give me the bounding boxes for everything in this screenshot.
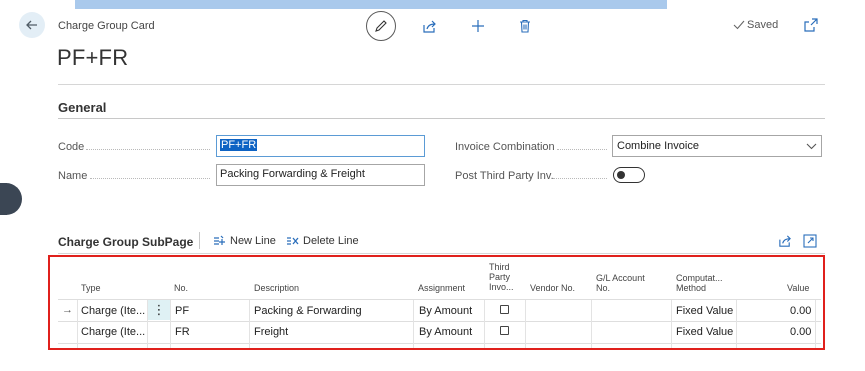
col-header-vendor-no[interactable]: Vendor No. (530, 283, 575, 293)
delete-line-button[interactable]: Delete Line (286, 235, 359, 247)
name-label: Name (58, 170, 88, 182)
col-header-third-party-line3: Invo... (489, 282, 514, 292)
col-header-no[interactable]: No. (174, 283, 188, 293)
new-line-icon (214, 235, 225, 245)
toggle-knob (617, 171, 625, 179)
grid-col-line (815, 300, 816, 348)
new-line-label: New Line (230, 235, 276, 247)
row-2-assignment[interactable]: By Amount (419, 326, 472, 338)
general-section-title[interactable]: General (58, 100, 106, 115)
grid-row-line (58, 343, 821, 344)
subpage-title[interactable]: Charge Group SubPage (58, 235, 193, 249)
checkmark-icon (733, 20, 745, 30)
code-label: Code (58, 141, 85, 153)
col-header-computation[interactable]: Computat... Method (676, 273, 723, 293)
page-caption: Charge Group Card (58, 20, 155, 32)
delete-line-icon (287, 237, 299, 245)
general-section-divider (58, 118, 825, 119)
share-button[interactable] (421, 18, 437, 34)
row-1-description[interactable]: Packing & Forwarding (254, 305, 362, 317)
col-header-gl-account-line1: G/L Account (596, 273, 645, 283)
share-icon (422, 20, 436, 33)
invoice-combination-leader (557, 149, 607, 150)
add-new-button[interactable] (470, 18, 486, 34)
col-header-gl-account-line2: No. (596, 283, 611, 293)
saved-label: Saved (747, 19, 779, 31)
subpage-title-divider (199, 232, 200, 249)
col-header-third-party-line1: Third (489, 262, 510, 272)
code-value: PF+FR (220, 139, 258, 151)
row-2-type[interactable]: Charge (Ite... (81, 326, 145, 338)
subpage-divider (58, 253, 825, 254)
pencil-icon (375, 20, 387, 32)
top-progress-bar (75, 0, 667, 9)
row-menu-icon[interactable]: ⋮ (148, 300, 170, 320)
expand-icon[interactable] (803, 234, 817, 248)
invoice-combination-value: Combine Invoice (617, 140, 699, 152)
col-header-third-party[interactable]: Third Party Invo... (489, 262, 514, 292)
col-header-computation-line2: Method (676, 283, 707, 293)
row-1-value[interactable]: 0.00 (790, 305, 811, 317)
popout-icon[interactable] (803, 17, 819, 33)
grid-col-line (484, 300, 485, 348)
col-header-description[interactable]: Description (254, 283, 299, 293)
col-header-value[interactable]: Value (787, 283, 809, 293)
name-leader (90, 178, 210, 179)
edit-button[interactable] (366, 11, 396, 41)
trash-icon (520, 19, 530, 33)
grid-col-line (591, 300, 592, 348)
row-1-computation[interactable]: Fixed Value (676, 305, 733, 317)
post-third-party-toggle[interactable] (613, 167, 645, 183)
new-line-button[interactable]: New Line (213, 235, 276, 247)
grid-col-line (525, 300, 526, 348)
grid-col-line (413, 300, 414, 348)
col-header-type[interactable]: Type (81, 283, 101, 293)
row-arrow-icon: → (62, 304, 73, 316)
grid-col-line (170, 300, 171, 348)
back-arrow-icon (26, 20, 37, 30)
col-header-assignment[interactable]: Assignment (418, 283, 465, 293)
post-third-party-leader (553, 178, 607, 179)
row-1-type[interactable]: Charge (Ite... (81, 305, 145, 317)
row-1-no[interactable]: PF (175, 305, 189, 317)
grid-col-line (736, 300, 737, 348)
code-field[interactable]: PF+FR (216, 135, 425, 157)
grid-row-line (58, 321, 821, 322)
col-header-computation-line1: Computat... (676, 273, 723, 283)
row-2-third-party-checkbox[interactable] (500, 326, 509, 335)
invoice-combination-select[interactable]: Combine Invoice (612, 135, 822, 157)
invoice-combination-label: Invoice Combination (455, 141, 555, 153)
back-button[interactable] (19, 12, 45, 38)
name-field[interactable]: Packing Forwarding & Freight (216, 164, 425, 186)
post-third-party-label: Post Third Party Inv. (455, 170, 554, 182)
code-leader (86, 149, 210, 150)
header-divider (58, 84, 825, 85)
grid-header-line (58, 299, 821, 300)
col-header-gl-account[interactable]: G/L Account No. (596, 273, 645, 293)
row-2-no[interactable]: FR (175, 326, 190, 338)
delete-button[interactable] (517, 18, 533, 34)
row-2-value[interactable]: 0.00 (790, 326, 811, 338)
subpage-share-icon[interactable] (778, 234, 792, 248)
side-panel-tab[interactable] (0, 183, 22, 215)
chevron-down-icon (806, 143, 817, 149)
page-title: PF+FR (57, 45, 129, 70)
page-toolbar (366, 11, 533, 41)
row-2-computation[interactable]: Fixed Value (676, 326, 733, 338)
plus-icon (472, 20, 484, 32)
grid-col-line (249, 300, 250, 348)
row-2-description[interactable]: Freight (254, 326, 288, 338)
grid-col-line (671, 300, 672, 348)
col-header-third-party-line2: Party (489, 272, 511, 282)
row-1-assignment[interactable]: By Amount (419, 305, 472, 317)
row-1-third-party-checkbox[interactable] (500, 305, 509, 314)
grid-col-line (77, 300, 78, 348)
saved-status: Saved (733, 19, 778, 31)
delete-line-label: Delete Line (303, 235, 359, 247)
